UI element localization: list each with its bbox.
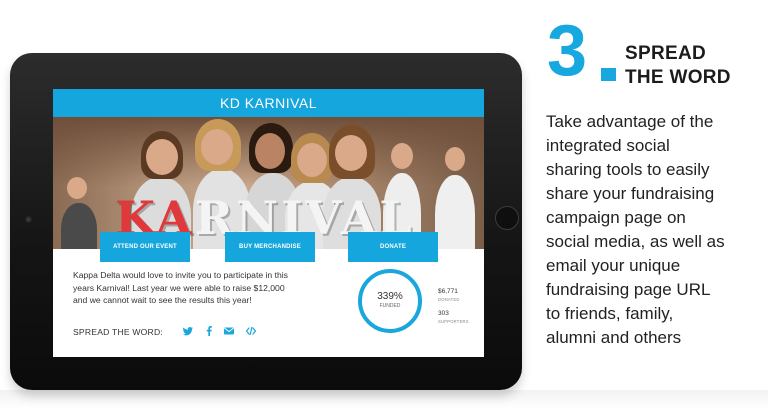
step-description-line: to friends, family,	[546, 304, 674, 323]
supporters-count: 303	[438, 310, 449, 317]
facebook-icon[interactable]	[203, 325, 215, 337]
step-description-line: email your unique	[546, 256, 681, 275]
description-line: Kappa Delta would love to invite you to …	[73, 270, 288, 280]
person-face	[255, 133, 285, 169]
home-button[interactable]	[495, 206, 519, 230]
step-number-dot	[601, 68, 616, 81]
step-title-line: SPREAD	[625, 43, 706, 64]
step-description-line: social media, as well as	[546, 232, 725, 251]
person-face	[445, 147, 465, 171]
donated-label: DONATED	[438, 297, 460, 302]
buy-merchandise-button[interactable]: BUY MERCHANDISE	[225, 232, 315, 262]
step-description-line: campaign page on	[546, 208, 686, 227]
step-description-line: Take advantage of the	[546, 112, 714, 131]
twitter-icon[interactable]	[182, 325, 194, 337]
embed-code-icon[interactable]	[245, 325, 257, 337]
donated-amount: $6,771	[438, 288, 458, 295]
campaign-title: KD KARNIVAL	[53, 89, 484, 117]
tablet-reflection	[0, 390, 768, 410]
step-description-line: fundraising page URL	[546, 280, 711, 299]
share-label: SPREAD THE WORD:	[73, 327, 163, 337]
person-face	[146, 139, 178, 175]
email-icon[interactable]	[223, 325, 235, 337]
funded-progress-ring: 339% FUNDED	[358, 269, 422, 333]
description-line: years Karnival! Last year we were able t…	[73, 282, 285, 293]
person-face	[201, 129, 233, 165]
hero-photo: KARNIVAL	[53, 117, 484, 249]
person-shape	[435, 175, 475, 249]
step-description-line: share your fundraising	[546, 184, 715, 203]
campaign-description: Kappa Delta would love to invite you to …	[73, 269, 345, 307]
donate-button[interactable]: DONATE	[348, 232, 438, 262]
step-description: Take advantage of the integrated social …	[546, 110, 764, 350]
step-description-line: alumni and others	[546, 328, 682, 347]
step-title: SPREAD THE WORD	[625, 42, 731, 90]
supporters-label: SUPPORTERS	[438, 319, 469, 324]
step-number: 3	[547, 11, 587, 91]
person-shape	[61, 203, 97, 249]
person-face	[335, 135, 367, 171]
funded-label: FUNDED	[379, 303, 401, 309]
camera-icon	[25, 216, 32, 223]
attend-event-button[interactable]: ATTEND OUR EVENT	[100, 232, 190, 262]
person-face	[67, 177, 87, 199]
step-description-line: sharing tools to easily	[546, 160, 710, 179]
person-face	[391, 143, 413, 169]
step-description-line: integrated social	[546, 136, 670, 155]
tablet-screen: KD KARNIVAL KARNIVAL ATTEND OUR EVENT BU…	[53, 89, 484, 357]
step-title-line: THE WORD	[625, 67, 731, 88]
description-line: and we cannot wait to see the results th…	[73, 295, 252, 306]
person-face	[297, 143, 327, 177]
funded-percent: 339%	[377, 291, 403, 302]
